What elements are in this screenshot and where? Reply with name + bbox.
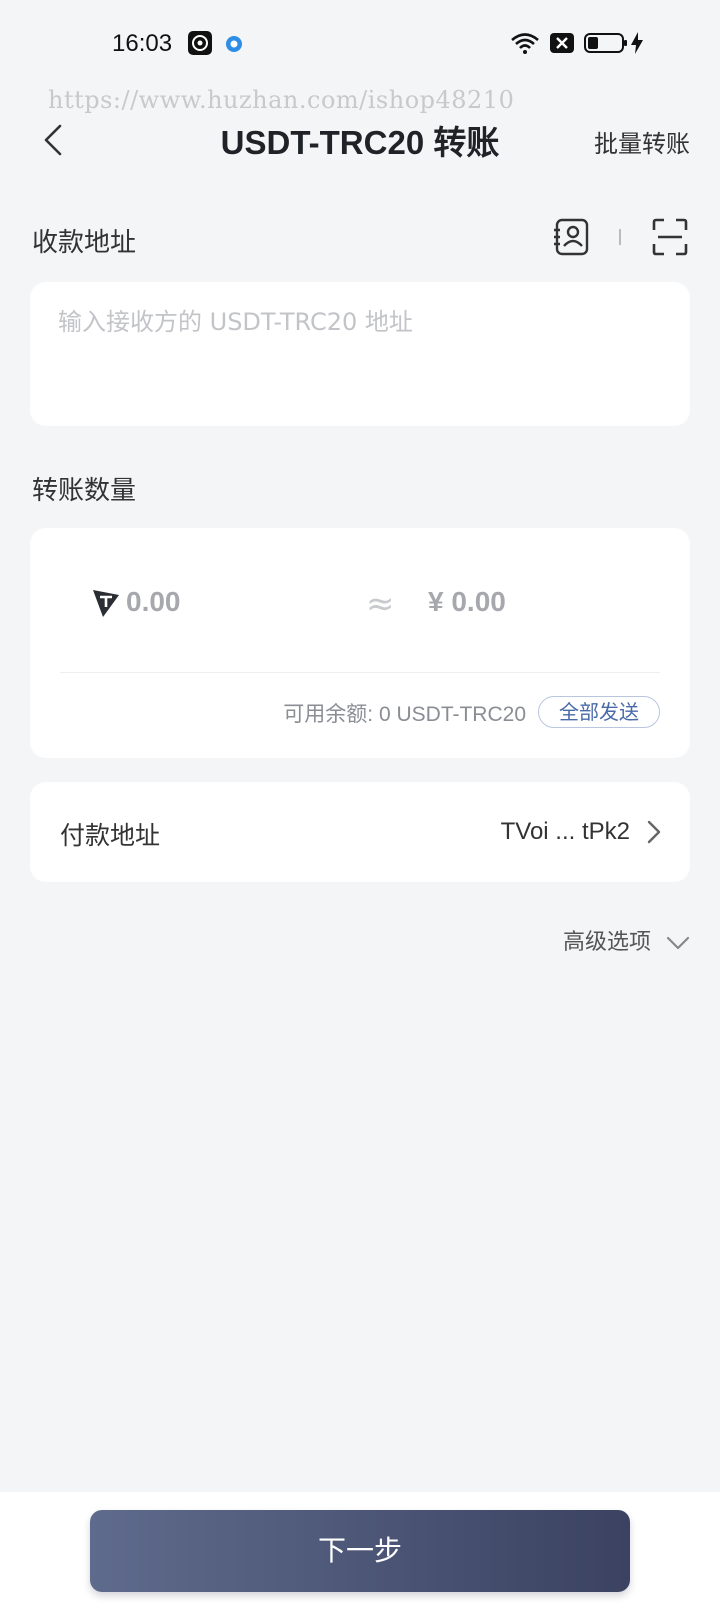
fiat-amount-value: ¥ 0.00	[428, 586, 506, 617]
advanced-options-label: 高级选项	[562, 930, 651, 955]
approx-symbol: ≈	[366, 584, 395, 624]
browser-app-icon	[224, 31, 244, 59]
payment-address-row[interactable]: 付款地址 TVoi ... tPk2	[30, 782, 690, 882]
transfer-amount-label: 转账数量	[32, 476, 137, 506]
chevron-down-icon	[666, 936, 690, 950]
batch-transfer-button[interactable]: 批量转账	[594, 124, 690, 159]
send-all-button[interactable]: 全部发送	[538, 696, 660, 728]
music-app-icon	[188, 31, 212, 59]
receive-address-label: 收款地址	[32, 228, 137, 258]
chevron-right-icon	[646, 818, 662, 850]
advanced-options-toggle[interactable]: 高级选项	[563, 924, 690, 956]
payment-address-value: TVoi ... tPk2	[500, 818, 630, 845]
transfer-screen: 16:03 https://www.huzhan.com/ishop48210 …	[0, 0, 720, 1612]
tron-token-icon	[92, 588, 120, 622]
amount-divider	[60, 672, 660, 673]
amount-row[interactable]: 0.00 ≈ ¥ 0.00	[60, 582, 660, 628]
payment-address-label: 付款地址	[60, 821, 161, 850]
battery-icon	[584, 31, 628, 59]
status-time: 16:03	[112, 30, 173, 57]
token-amount-value: 0.00	[126, 586, 181, 617]
icon-divider	[619, 229, 621, 245]
bottom-bar: 下一步	[0, 1492, 720, 1612]
amount-card: 0.00 ≈ ¥ 0.00 可用余额: 0 USDT-TRC20 全部发送	[30, 528, 690, 758]
watermark: https://www.huzhan.com/ishop48210	[48, 86, 515, 114]
contacts-icon[interactable]	[554, 218, 590, 260]
receive-address-card	[30, 282, 690, 426]
receive-address-input[interactable]	[58, 308, 658, 336]
sim-blocked-icon	[550, 31, 574, 59]
next-step-button[interactable]: 下一步	[90, 1510, 630, 1592]
available-balance: 可用余额: 0 USDT-TRC20	[283, 703, 526, 726]
scan-icon[interactable]	[652, 218, 688, 260]
wifi-icon	[510, 31, 540, 59]
charging-icon	[630, 31, 644, 59]
status-bar: 16:03	[0, 0, 720, 90]
